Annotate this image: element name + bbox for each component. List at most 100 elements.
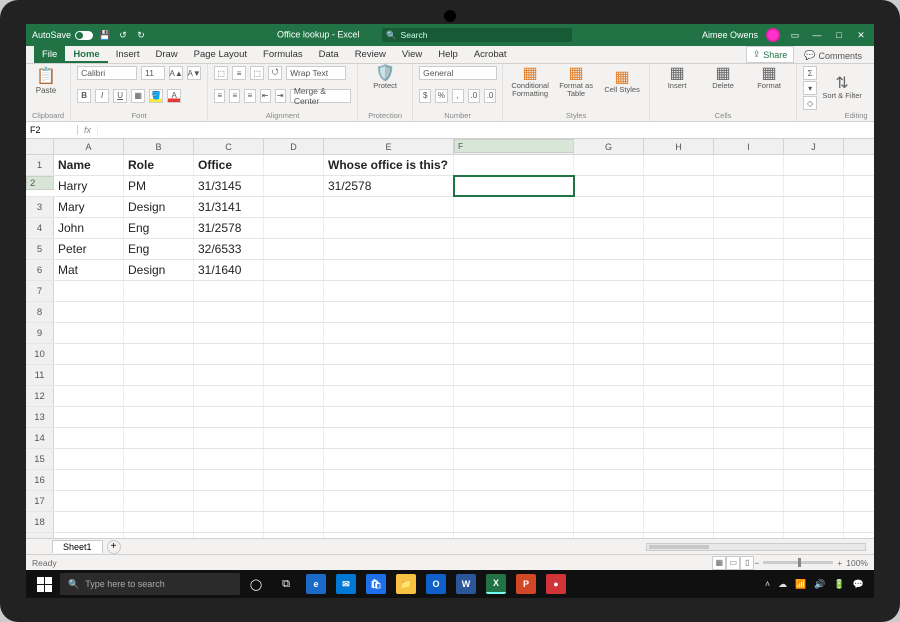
cell-E4[interactable] — [324, 218, 454, 238]
cell-B4[interactable]: Eng — [124, 218, 194, 238]
edge-icon[interactable]: e — [302, 572, 330, 596]
comma-icon[interactable]: , — [452, 89, 464, 103]
select-all-corner[interactable] — [26, 139, 54, 154]
cell-F19[interactable] — [454, 533, 574, 538]
cell-A2[interactable]: Harry — [54, 176, 124, 196]
cell-G12[interactable] — [574, 386, 644, 406]
zoom-level[interactable]: 100% — [846, 558, 868, 568]
cell-J10[interactable] — [784, 344, 844, 364]
task-view-icon[interactable]: ⧉ — [272, 572, 300, 596]
sheet-tab[interactable]: Sheet1 — [52, 540, 103, 553]
row-header[interactable]: 4 — [26, 218, 54, 238]
cell-G6[interactable] — [574, 260, 644, 280]
cell-C11[interactable] — [194, 365, 264, 385]
indent-dec-icon[interactable]: ⇤ — [260, 89, 271, 103]
cell-J6[interactable] — [784, 260, 844, 280]
row-header[interactable]: 9 — [26, 323, 54, 343]
row-header[interactable]: 18 — [26, 512, 54, 532]
cell-D6[interactable] — [264, 260, 324, 280]
cell-E14[interactable] — [324, 428, 454, 448]
minimize-icon[interactable]: — — [810, 30, 824, 40]
cell-G19[interactable] — [574, 533, 644, 538]
cell-H5[interactable] — [644, 239, 714, 259]
cell-I10[interactable] — [714, 344, 784, 364]
cell-C7[interactable] — [194, 281, 264, 301]
cell-A9[interactable] — [54, 323, 124, 343]
cell-A4[interactable]: John — [54, 218, 124, 238]
cell-C9[interactable] — [194, 323, 264, 343]
maximize-icon[interactable]: □ — [832, 30, 846, 40]
cell-I1[interactable] — [714, 155, 784, 175]
cell-H14[interactable] — [644, 428, 714, 448]
system-tray[interactable]: ˄ ☁ 📶 🔊 🔋 💬 — [765, 579, 870, 590]
cell-G18[interactable] — [574, 512, 644, 532]
view-break-icon[interactable]: ▯ — [740, 556, 754, 570]
number-format-select[interactable]: General — [419, 66, 497, 80]
ribbon-display-icon[interactable]: ▭ — [788, 30, 802, 41]
align-right-icon[interactable]: ≡ — [244, 89, 255, 103]
cell-F1[interactable] — [454, 155, 574, 175]
row-header[interactable]: 5 — [26, 239, 54, 259]
cell-A16[interactable] — [54, 470, 124, 490]
cell-G10[interactable] — [574, 344, 644, 364]
cell-C10[interactable] — [194, 344, 264, 364]
cell-F17[interactable] — [454, 491, 574, 511]
cell-I12[interactable] — [714, 386, 784, 406]
share-button[interactable]: ⇪Share — [746, 46, 795, 63]
cell-D2[interactable] — [264, 176, 324, 196]
cell-J2[interactable] — [784, 176, 844, 196]
zoom-out-icon[interactable]: − — [754, 558, 759, 568]
cell-G16[interactable] — [574, 470, 644, 490]
undo-icon[interactable]: ↺ — [117, 29, 129, 41]
cell-I11[interactable] — [714, 365, 784, 385]
row-header[interactable]: 8 — [26, 302, 54, 322]
protect-button[interactable]: 🛡️Protect — [364, 66, 406, 90]
cell-E1[interactable]: Whose office is this? — [324, 155, 454, 175]
format-as-table-button[interactable]: ▦Format as Table — [555, 66, 597, 97]
align-bottom-icon[interactable]: ⬚ — [250, 66, 264, 80]
cell-H18[interactable] — [644, 512, 714, 532]
cell-H13[interactable] — [644, 407, 714, 427]
avatar[interactable] — [766, 28, 780, 42]
view-layout-icon[interactable]: ▭ — [726, 556, 740, 570]
zoom-in-icon[interactable]: + — [837, 558, 842, 568]
row-header[interactable]: 3 — [26, 197, 54, 217]
cell-F3[interactable] — [454, 197, 574, 217]
tab-data[interactable]: Data — [311, 46, 347, 63]
tab-review[interactable]: Review — [347, 46, 394, 63]
cell-A18[interactable] — [54, 512, 124, 532]
cell-F13[interactable] — [454, 407, 574, 427]
cell-A6[interactable]: Mat — [54, 260, 124, 280]
cell-C4[interactable]: 31/2578 — [194, 218, 264, 238]
align-middle-icon[interactable]: ≡ — [232, 66, 246, 80]
cell-E8[interactable] — [324, 302, 454, 322]
increase-font-icon[interactable]: A▲ — [169, 66, 183, 80]
conditional-formatting-button[interactable]: ▦Conditional Formatting — [509, 66, 551, 97]
border-button[interactable]: ▦ — [131, 89, 145, 103]
cell-J19[interactable] — [784, 533, 844, 538]
cell-I15[interactable] — [714, 449, 784, 469]
font-size-select[interactable]: 11 — [141, 66, 165, 80]
cell-H11[interactable] — [644, 365, 714, 385]
cell-B5[interactable]: Eng — [124, 239, 194, 259]
cell-F2[interactable] — [454, 176, 574, 196]
wrap-text-button[interactable]: Wrap Text — [286, 66, 346, 80]
cell-F16[interactable] — [454, 470, 574, 490]
cell-D17[interactable] — [264, 491, 324, 511]
fx-icon[interactable]: fx — [78, 125, 98, 135]
italic-button[interactable]: I — [95, 89, 109, 103]
cell-A15[interactable] — [54, 449, 124, 469]
cell-D4[interactable] — [264, 218, 324, 238]
cell-C5[interactable]: 32/6533 — [194, 239, 264, 259]
row-header[interactable]: 16 — [26, 470, 54, 490]
cell-H17[interactable] — [644, 491, 714, 511]
cell-B8[interactable] — [124, 302, 194, 322]
cell-styles-button[interactable]: ▦Cell Styles — [601, 70, 643, 94]
cell-C1[interactable]: Office — [194, 155, 264, 175]
cell-J8[interactable] — [784, 302, 844, 322]
cell-I14[interactable] — [714, 428, 784, 448]
col-header-H[interactable]: H — [644, 139, 714, 154]
cell-H8[interactable] — [644, 302, 714, 322]
cell-A17[interactable] — [54, 491, 124, 511]
row-header[interactable]: 2 — [26, 176, 54, 190]
